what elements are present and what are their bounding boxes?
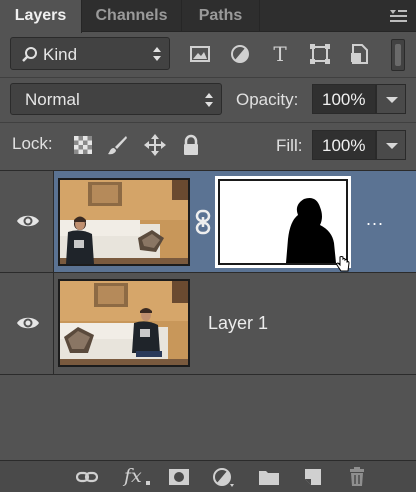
fill-value: 100% [322,136,366,155]
layers-list: ... Layer 1 [0,170,416,460]
panel-footer-toolbar: fx [0,460,416,492]
fx-icon[interactable]: fx [124,465,142,487]
visibility-column [0,171,54,272]
tab-layers[interactable]: Layers [0,0,82,33]
photo-thumbnail-image [60,180,188,264]
adjustment-filter-icon[interactable] [228,42,252,66]
opacity-input[interactable]: 100% [312,84,376,114]
eye-icon[interactable] [16,315,40,331]
filter-kind-label: Kind [43,45,78,64]
blend-mode-label: Normal [25,90,80,109]
new-group-icon[interactable] [258,467,280,487]
filter-kind-select[interactable]: Kind [10,37,170,70]
hand-cursor-icon [336,256,350,272]
panel-menu-icon[interactable] [388,7,408,25]
chevron-updown-icon [205,93,213,107]
layer-name[interactable]: Layer 1 [208,313,268,334]
search-icon [22,47,37,62]
layer-thumbnail[interactable] [58,279,190,367]
add-mask-icon[interactable] [168,467,190,487]
panel-tab-bar: Layers Channels Paths [0,0,416,33]
fill-label: Fill: [276,136,303,155]
chevron-down-icon [386,97,398,103]
eye-icon[interactable] [16,213,40,229]
blend-mode-select[interactable]: Normal [10,83,222,115]
opacity-label: Opacity: [236,90,299,109]
new-layer-icon[interactable] [302,467,324,487]
opacity-value: 100% [322,90,366,109]
layer-mask-thumbnail[interactable] [215,176,351,268]
lock-image-pixels-icon[interactable] [106,134,128,156]
filter-row: Kind T [0,33,416,77]
layer-thumbnail[interactable] [58,178,190,266]
more-icon: ... [366,209,385,229]
smart-object-filter-icon[interactable] [348,42,372,66]
opacity-dropdown-button[interactable] [376,84,406,114]
tab-paths[interactable]: Paths [182,0,260,32]
image-filter-icon[interactable] [188,42,212,66]
fill-input[interactable]: 100% [312,130,376,160]
mask-image [220,181,346,263]
lock-label: Lock: [12,134,53,153]
adjustment-layer-icon[interactable] [212,467,234,487]
lock-all-icon[interactable] [180,134,202,156]
chevron-down-icon [386,143,398,149]
mask-frame [218,179,348,265]
link-layers-icon[interactable] [76,467,98,487]
blend-row: Normal Opacity: 100% [0,78,416,122]
photo-thumbnail-image [60,281,188,365]
filter-toggle-switch[interactable] [391,39,405,71]
fx-dropdown-indicator [146,481,150,485]
tab-channels[interactable]: Channels [82,0,182,32]
svg-text:T: T [273,42,287,66]
layer-row-layer-1[interactable]: Layer 1 [0,273,416,375]
fill-dropdown-button[interactable] [376,130,406,160]
visibility-column [0,273,54,374]
layer-row-masked[interactable]: ... [0,171,416,273]
shape-filter-icon[interactable] [308,42,332,66]
lock-position-icon[interactable] [144,134,166,156]
type-filter-icon[interactable]: T [268,42,292,66]
delete-layer-icon[interactable] [346,467,368,487]
chevron-updown-icon [153,47,161,61]
chain-link-icon[interactable] [194,209,212,235]
lock-row: Lock: Fill: 100% [0,123,416,167]
lock-transparent-pixels-icon[interactable] [72,134,94,156]
layers-panel: Layers Channels Paths Kind T Normal Opac… [0,0,416,492]
